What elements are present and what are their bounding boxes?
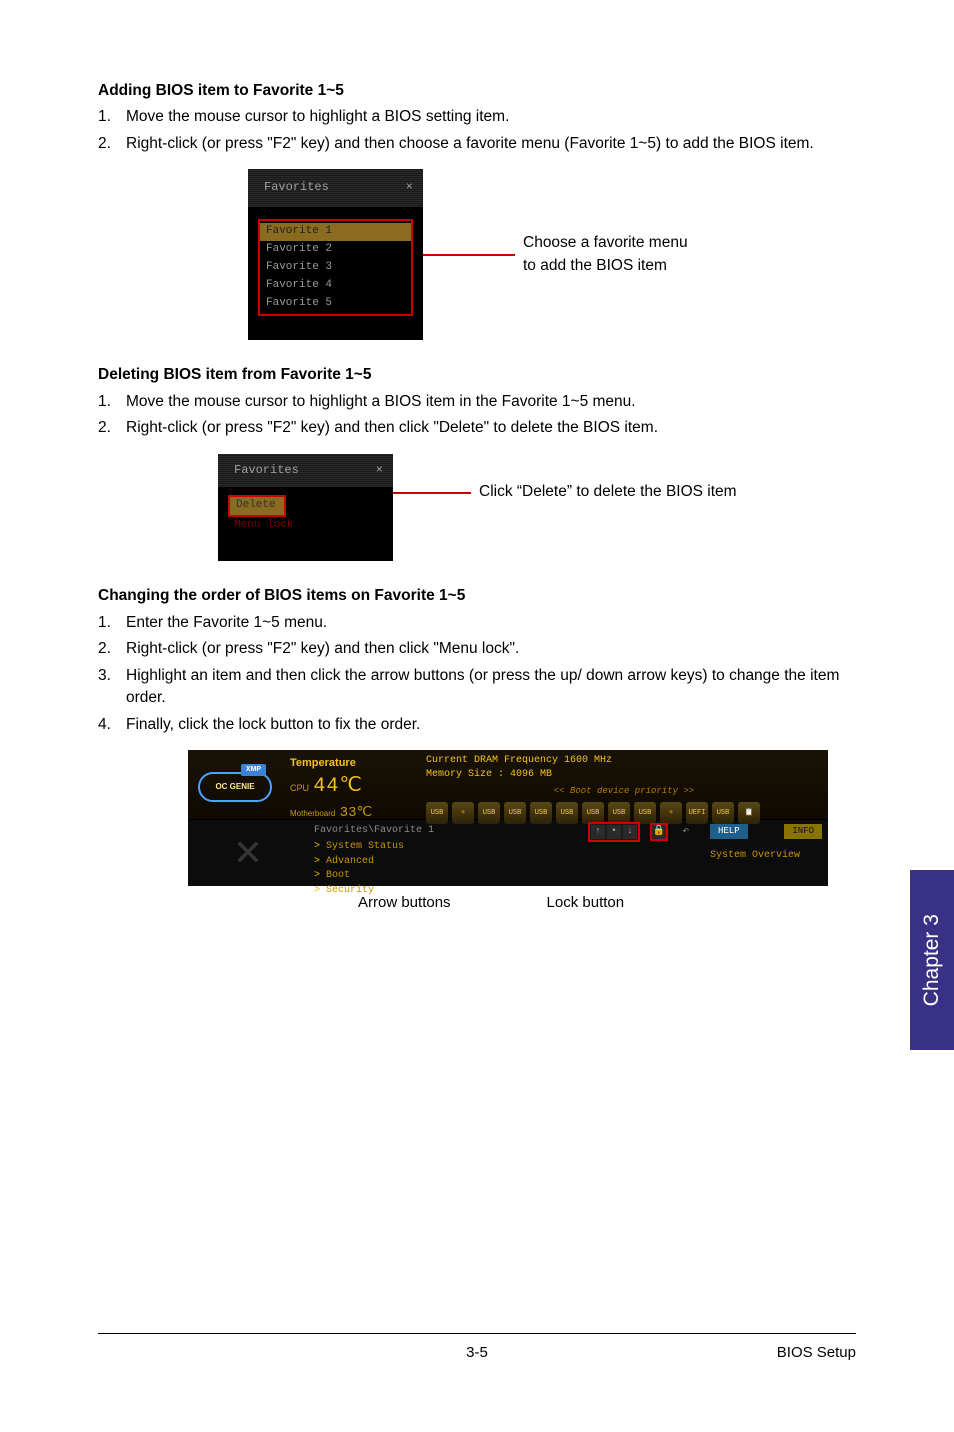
dram-frequency: Current DRAM Frequency 1600 MHz [426,754,822,769]
delete-item[interactable]: Delete [228,495,286,517]
favorite-item[interactable]: Favorite 1 [260,223,411,241]
menu-lock-item[interactable]: Menu lock [228,517,383,535]
favorite-item[interactable]: Favorite 3 [260,259,411,277]
mb-temp-value: 33℃ [340,805,373,821]
bios-status-area: Current DRAM Frequency 1600 MHz Memory S… [420,750,828,819]
list-num: 2. [98,133,126,155]
page-number: 3-5 [98,1342,856,1364]
arrow-buttons-group: ↑ • ↓ [588,822,640,842]
menu-item[interactable]: Security [314,884,698,899]
list-text: Right-click (or press "F2" key) and then… [126,417,856,439]
motherboard-label: Motherboard [290,808,335,820]
favorite-item[interactable]: Favorite 2 [260,241,411,259]
info-button[interactable]: INFO [784,824,822,839]
list-text: Right-click (or press "F2" key) and then… [126,133,856,155]
list-num: 3. [98,665,126,710]
list-num: 1. [98,391,126,413]
list-delete: 1.Move the mouse cursor to highlight a B… [98,391,856,440]
favorites-panel-header: Favorites × [248,169,423,208]
favorites-title: Favorites [234,462,299,479]
list-text: Enter the Favorite 1~5 menu. [126,612,856,634]
order-toolbar: ↑ • ↓ 🔒 ↶ [588,822,689,842]
bios-menu-list: Favorites\Favorite 1 System Status Advan… [308,820,704,886]
favorites-add-figure: Favorites × Favorite 1 Favorite 2 Favori… [248,169,856,340]
list-text: Right-click (or press "F2" key) and then… [126,638,856,660]
list-num: 2. [98,638,126,660]
favorites-panel: Favorites × Delete Menu lock [218,454,393,561]
list-add: 1.Move the mouse cursor to highlight a B… [98,106,856,155]
lock-button[interactable]: 🔒 [650,823,668,841]
list-text: Move the mouse cursor to highlight a BIO… [126,391,856,413]
favorites-delete-figure: Favorites × Delete Menu lock Click “Dele… [218,454,856,561]
memory-size: Memory Size : 4096 MB [426,768,822,783]
list-num: 4. [98,714,126,736]
cpu-temp-value: 44℃ [313,775,362,798]
oc-genie-label: OC GENIE [215,781,254,793]
menu-item[interactable]: Advanced [314,855,698,870]
help-button[interactable]: HELP [710,824,748,839]
close-icon[interactable]: × [376,462,383,479]
favorites-title: Favorites [264,179,329,196]
list-text: Finally, click the lock button to fix th… [126,714,856,736]
bios-help-pane: HELP INFO System Overview [704,820,828,886]
arrow-down-icon[interactable]: ↓ [623,825,637,839]
arrow-up-icon[interactable]: ↑ [591,825,605,839]
xmp-chip[interactable]: XMP [241,764,266,776]
favorites-panel-header: Favorites × [218,454,393,487]
cpu-label: CPU [290,782,309,795]
temperature-block: Temperature CPU 44℃ Motherboard 33℃ [290,750,420,819]
list-change: 1.Enter the Favorite 1~5 menu. 2.Right-c… [98,612,856,736]
list-text: Highlight an item and then click the arr… [126,665,856,710]
favorite-item[interactable]: Favorite 4 [260,277,411,295]
callout-text: Click “Delete” to delete the BIOS item [479,481,737,503]
list-num: 1. [98,612,126,634]
boot-priority-label: << Boot device priority >> [426,785,822,798]
favorites-list-highlight: Favorite 1 Favorite 2 Favorite 3 Favorit… [258,219,413,317]
bios-screenshot: OC GENIE XMP Temperature CPU 44℃ Motherb… [188,750,828,886]
page-footer: 3-5 BIOS Setup [98,1333,856,1364]
callout-line: Choose a favorite menu [523,232,688,254]
favorite-item[interactable]: Favorite 5 [260,295,411,313]
callout-line: to add the BIOS item [523,255,688,277]
callout-connector [423,254,515,256]
temperature-label: Temperature [290,756,420,772]
callout-text: Choose a favorite menu to add the BIOS i… [523,232,688,277]
oc-genie-button[interactable]: OC GENIE XMP [198,772,272,802]
menu-item[interactable]: Boot [314,869,698,884]
arrow-mid-icon[interactable]: • [607,825,621,839]
list-num: 1. [98,106,126,128]
heading-delete: Deleting BIOS item from Favorite 1~5 [98,364,856,386]
list-text: Move the mouse cursor to highlight a BIO… [126,106,856,128]
list-num: 2. [98,417,126,439]
menu-item[interactable]: System Status [314,840,698,855]
chapter-tab-label: Chapter 3 [917,914,947,1006]
wrench-icon: ✕ [188,820,308,886]
back-icon[interactable]: ↶ [682,823,689,840]
system-overview-label: System Overview [710,849,822,864]
favorites-panel: Favorites × Favorite 1 Favorite 2 Favori… [248,169,423,340]
close-icon[interactable]: × [406,179,413,196]
heading-add: Adding BIOS item to Favorite 1~5 [98,80,856,102]
chapter-tab: Chapter 3 [910,870,954,1050]
callout-connector [393,492,471,494]
heading-change: Changing the order of BIOS items on Favo… [98,585,856,607]
